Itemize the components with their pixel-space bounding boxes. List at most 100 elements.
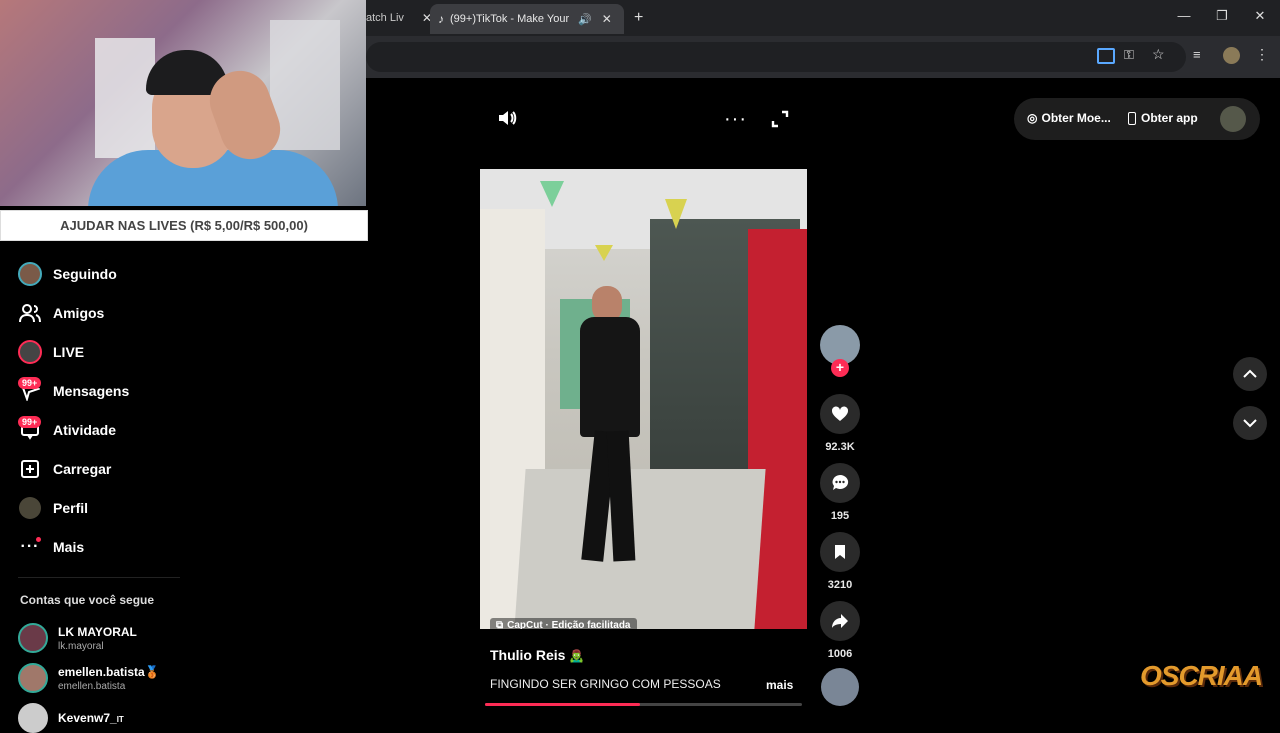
sidebar-item-label: Mensagens	[53, 383, 130, 399]
more-caption-button[interactable]: mais	[766, 678, 793, 692]
sidebar-item-label: Amigos	[53, 305, 105, 321]
capcut-icon: ⧉	[496, 620, 504, 629]
man-shirt	[580, 317, 640, 437]
tab-title: atch Liv	[366, 12, 404, 24]
save-button[interactable]: 3210	[820, 532, 860, 591]
volume-icon[interactable]	[497, 109, 517, 132]
next-video-button[interactable]	[1233, 406, 1267, 440]
browser-tab-tiktok[interactable]: ♪ (99+)TikTok - Make Your Da 🔊 ✕	[430, 4, 624, 34]
like-count: 92.3K	[825, 441, 855, 453]
author-emoji: 🧟‍♂️	[569, 649, 585, 663]
account-handle: emellen.batista	[58, 680, 126, 692]
bookmark-star-icon[interactable]: ☆	[1152, 46, 1165, 63]
comment-count: 195	[830, 510, 850, 522]
share-button[interactable]: 1006	[820, 601, 860, 660]
account-name: Kevenw7_	[58, 711, 117, 725]
sidebar-item-perfil[interactable]: Perfil	[18, 496, 88, 520]
chevron-down-icon	[1243, 419, 1257, 428]
coin-icon: ◎	[1027, 111, 1038, 125]
fullscreen-icon[interactable]	[771, 110, 789, 133]
channel-logo: OSCRIAA	[1140, 660, 1263, 691]
account-item[interactable]: Kevenw7_IT	[18, 703, 124, 733]
support-banner[interactable]: AJUDAR NAS LIVES (R$ 5,00/R$ 500,00)	[0, 210, 368, 241]
sidebar-item-label: Seguindo	[53, 266, 117, 282]
medal-emoji: 🥉	[144, 664, 160, 679]
speaker-icon[interactable]: 🔊	[578, 13, 592, 26]
get-coins-label: Obter Moe...	[1041, 111, 1111, 125]
comment-icon	[820, 463, 860, 503]
browser-tab-twitch[interactable]: atch Liv ✕	[366, 6, 432, 30]
video-author[interactable]: Thulio Reis 🧟‍♂️	[490, 647, 584, 663]
sound-avatar[interactable]	[821, 668, 859, 706]
avatar	[18, 703, 48, 733]
video-caption: FINGINDO SER GRINGO COM PESSOAS	[490, 677, 721, 691]
messages-badge: 99+	[18, 377, 42, 389]
sidebar-item-amigos[interactable]: Amigos	[18, 301, 104, 325]
previous-video-button[interactable]	[1233, 357, 1267, 391]
video-player[interactable]: ⧉ CapCut · Edição facilitada	[480, 169, 807, 629]
comment-button[interactable]: 195	[820, 463, 860, 522]
new-tab-button[interactable]: +	[634, 6, 643, 30]
more-options-icon[interactable]: ···	[724, 108, 747, 131]
sidebar-item-label: LIVE	[53, 344, 85, 360]
user-avatar[interactable]	[1220, 106, 1246, 132]
activity-badge: 99+	[18, 416, 42, 428]
friends-icon	[18, 301, 42, 325]
account-item[interactable]: LK MAYORAL lk.mayoral	[18, 623, 137, 653]
more-icon: ···	[20, 537, 41, 555]
avatar	[18, 663, 48, 693]
get-app-button[interactable]: Obter app	[1128, 111, 1198, 125]
share-icon	[820, 601, 860, 641]
sidebar-item-label: Carregar	[53, 461, 112, 477]
capcut-label: CapCut · Edição facilitada	[507, 620, 631, 629]
account-name: emellen.batista	[58, 664, 145, 679]
heart-icon	[820, 394, 860, 434]
sidebar-item-mais[interactable]: ··· Mais	[18, 535, 84, 559]
divider	[18, 577, 180, 578]
cast-icon[interactable]	[1097, 48, 1115, 64]
live-icon	[18, 340, 42, 364]
chevron-up-icon	[1243, 369, 1257, 378]
minimize-button[interactable]: —	[1170, 8, 1198, 23]
progress-fill	[485, 703, 641, 706]
account-name: LK MAYORAL	[58, 624, 137, 639]
avatar	[18, 623, 48, 653]
webcam-overlay	[0, 0, 366, 206]
key-icon[interactable]: ⚿	[1124, 47, 1134, 63]
floor	[514, 469, 766, 629]
shelf	[270, 20, 340, 150]
share-count: 1006	[827, 648, 853, 660]
following-avatar-icon	[18, 262, 42, 286]
phone-icon	[1128, 111, 1136, 125]
shelf	[95, 38, 155, 158]
sidebar-item-label: Mais	[53, 539, 85, 555]
upload-icon	[18, 457, 42, 481]
profile-avatar[interactable]	[1223, 47, 1240, 64]
bookmark-icon	[820, 532, 860, 572]
bunting-flag	[595, 245, 613, 261]
browser-menu-icon[interactable]: ⋮	[1255, 46, 1269, 63]
close-tab-icon[interactable]: ✕	[602, 12, 612, 26]
sidebar-item-label: Atividade	[53, 422, 117, 438]
save-count: 3210	[827, 579, 853, 591]
tiktok-favicon-icon: ♪	[438, 12, 444, 26]
follow-plus-icon[interactable]: +	[831, 359, 849, 377]
like-button[interactable]: 92.3K	[820, 394, 860, 453]
media-queue-icon[interactable]: ≡	[1193, 47, 1201, 62]
sidebar-item-label: Perfil	[53, 500, 89, 516]
author-name: Thulio Reis	[490, 647, 566, 663]
capcut-watermark: ⧉ CapCut · Edição facilitada	[490, 618, 637, 629]
tab-title: (99+)TikTok - Make Your Da	[450, 13, 572, 25]
get-coins-button[interactable]: ◎ Obter Moe...	[1027, 111, 1111, 125]
sidebar-item-seguindo[interactable]: Seguindo	[18, 262, 117, 286]
profile-icon	[18, 496, 42, 520]
section-title: Contas que você segue	[20, 593, 155, 607]
address-bar[interactable]	[366, 42, 1186, 72]
sidebar-item-live[interactable]: LIVE	[18, 340, 84, 364]
progress-track[interactable]	[485, 703, 802, 706]
sidebar-item-carregar[interactable]: Carregar	[18, 457, 111, 481]
restore-button[interactable]: ❐	[1208, 8, 1236, 24]
get-app-label: Obter app	[1141, 111, 1198, 125]
account-item[interactable]: emellen.batista🥉 emellen.batista	[18, 663, 160, 693]
close-window-button[interactable]: ✕	[1246, 8, 1274, 24]
